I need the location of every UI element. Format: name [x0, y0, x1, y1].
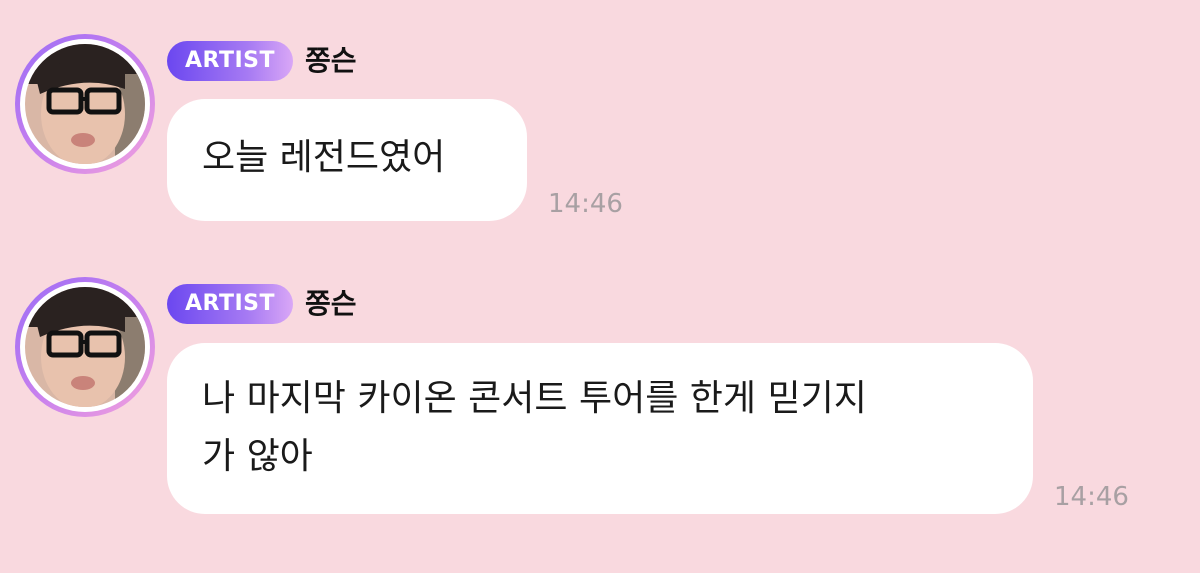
- sender-name[interactable]: 쫑슨: [305, 284, 357, 324]
- message-timestamp: 14:46: [1054, 482, 1129, 512]
- message-text: 오늘 레전드였어: [202, 137, 446, 178]
- message-timestamp: 14:46: [548, 189, 623, 219]
- sender-name[interactable]: 쫑슨: [305, 41, 357, 81]
- profile-photo-icon: [25, 44, 145, 164]
- artist-badge: ARTIST: [167, 284, 293, 324]
- avatar[interactable]: [15, 34, 155, 174]
- message-bubble[interactable]: 오늘 레전드였어: [167, 99, 527, 221]
- profile-photo-icon: [25, 287, 145, 407]
- message-text-line: 가 않아: [202, 436, 313, 477]
- message-bubble[interactable]: 나 마지막 카이온 콘서트 투어를 한게 믿기지 가 않아: [167, 343, 1033, 514]
- artist-badge: ARTIST: [167, 41, 293, 81]
- avatar[interactable]: [15, 277, 155, 417]
- message-text-line: 나 마지막 카이온 콘서트 투어를 한게 믿기지: [202, 378, 867, 419]
